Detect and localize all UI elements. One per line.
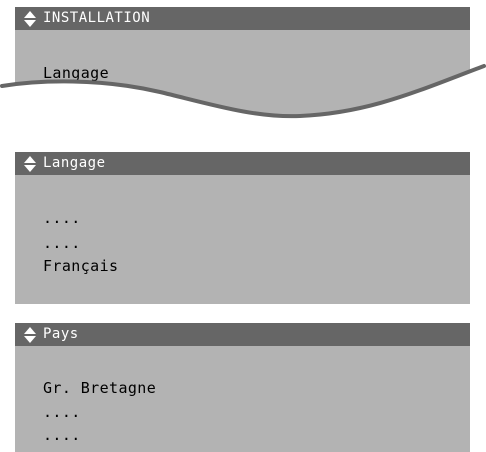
up-down-triangle-icon: [24, 327, 36, 343]
langage-option-francais[interactable]: Français: [43, 255, 118, 277]
up-down-triangle-icon: [24, 156, 36, 172]
installation-title-bar: INSTALLATION: [15, 7, 470, 30]
menu-item-langage[interactable]: Langage: [43, 62, 109, 84]
pays-option-3[interactable]: ....: [43, 424, 81, 446]
langage-title-bar: Langage: [15, 152, 470, 175]
pays-title-bar: Pays: [15, 323, 470, 346]
installation-menu-screen: INSTALLATION Langage: [15, 7, 470, 117]
langage-menu-screen: Langage .... .... Français: [15, 152, 470, 304]
langage-title: Langage: [43, 155, 106, 171]
pays-title: Pays: [43, 326, 79, 342]
up-down-triangle-icon: [24, 11, 36, 27]
pays-option-gr-bretagne[interactable]: Gr. Bretagne: [43, 377, 156, 399]
pays-option-2[interactable]: ....: [43, 401, 81, 423]
langage-option-1[interactable]: ....: [43, 207, 81, 229]
pays-menu-screen: Pays Gr. Bretagne .... ....: [15, 323, 470, 452]
installation-title: INSTALLATION: [43, 10, 151, 26]
langage-option-2[interactable]: ....: [43, 232, 81, 254]
